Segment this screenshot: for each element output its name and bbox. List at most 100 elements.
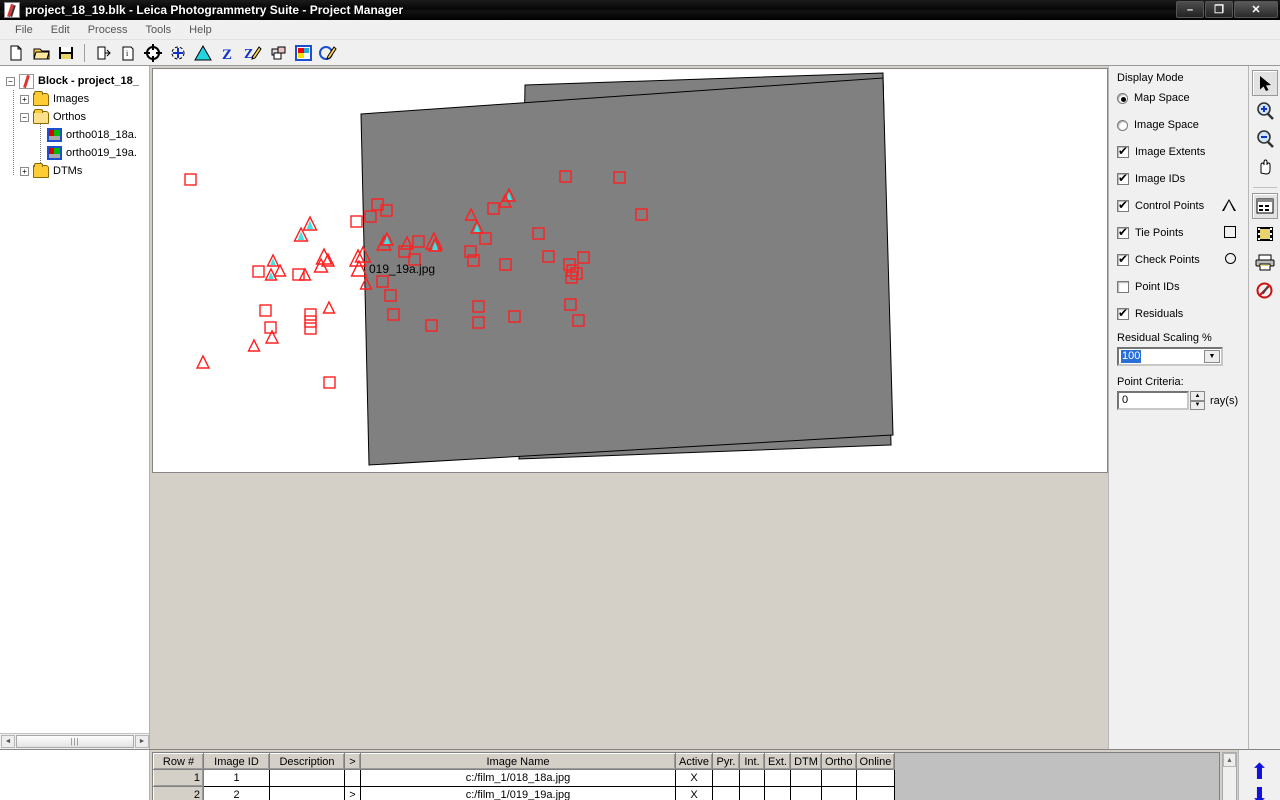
radio-map-space[interactable]: [1117, 92, 1128, 104]
header-ext[interactable]: Ext.: [764, 753, 791, 770]
no-entry-icon[interactable]: [1252, 277, 1278, 303]
header-row-num[interactable]: Row #: [153, 753, 204, 770]
tree-node-orthos[interactable]: − Orthos: [6, 108, 149, 126]
image-table[interactable]: Row # Image ID Description > Image Name …: [153, 753, 896, 800]
checkbox-control-points[interactable]: [1117, 198, 1129, 212]
select-arrow-icon[interactable]: [1251, 70, 1278, 96]
checkbox-row-tie-points[interactable]: Tie Points: [1117, 224, 1248, 242]
close-button[interactable]: ✕: [1234, 1, 1278, 18]
menu-tools[interactable]: Tools: [136, 22, 180, 38]
map-view[interactable]: 019_19a.jpg: [152, 68, 1108, 473]
checkbox-row-image-extents[interactable]: Image Extents: [1117, 143, 1248, 161]
tree-node-ortho018[interactable]: ortho018_18a.: [6, 126, 149, 144]
print-icon[interactable]: [1252, 249, 1278, 275]
header-int[interactable]: Int.: [739, 753, 765, 770]
point-measurement-icon[interactable]: [141, 42, 165, 64]
radio-image-space[interactable]: [1117, 119, 1128, 131]
table-row[interactable]: 2 2 > c:/film_1/019_19a.jpg X: [153, 786, 896, 800]
cell-expand[interactable]: >: [344, 786, 361, 800]
checkbox-row-image-ids[interactable]: Image IDs: [1117, 170, 1248, 188]
tree-node-ortho019[interactable]: ortho019_19a.: [6, 144, 149, 162]
ortho-resample-icon[interactable]: [291, 42, 315, 64]
header-image-name[interactable]: Image Name: [360, 753, 676, 770]
menu-help[interactable]: Help: [180, 22, 221, 38]
cell-image-id[interactable]: 2: [203, 786, 270, 800]
menu-edit[interactable]: Edit: [42, 22, 79, 38]
zoom-out-icon[interactable]: [1252, 126, 1278, 152]
new-project-icon[interactable]: [4, 42, 28, 64]
checkbox-row-check-points[interactable]: Check Points: [1117, 251, 1248, 269]
move-up-button[interactable]: ⬆: [1250, 760, 1268, 784]
cell-description[interactable]: [269, 769, 345, 787]
chevron-down-icon[interactable]: ▼: [1204, 350, 1220, 363]
terrain-icon[interactable]: [191, 42, 215, 64]
spinner-buttons[interactable]: ▲ ▼: [1190, 391, 1205, 410]
cell-pyr[interactable]: [712, 786, 740, 800]
checkbox-image-extents[interactable]: [1117, 144, 1129, 158]
cell-pyr[interactable]: [712, 769, 740, 787]
checkbox-point-ids[interactable]: [1117, 281, 1129, 293]
save-project-icon[interactable]: [54, 42, 78, 64]
header-description[interactable]: Description: [269, 753, 345, 770]
cell-dtm[interactable]: [790, 769, 822, 787]
table-vertical-scrollbar[interactable]: ▲ ▼: [1222, 752, 1237, 800]
residual-scaling-value[interactable]: 100: [1121, 350, 1142, 363]
table-row[interactable]: 1 1 c:/film_1/018_18a.jpg X: [153, 769, 896, 787]
zoom-in-icon[interactable]: [1252, 98, 1278, 124]
table-view-icon[interactable]: [1251, 193, 1278, 219]
tree-expander-orthos[interactable]: −: [20, 112, 29, 122]
ortho-edit-icon[interactable]: [316, 42, 340, 64]
spinner-up-icon[interactable]: ▲: [1190, 391, 1205, 401]
cell-ortho[interactable]: [821, 786, 857, 800]
menu-file[interactable]: File: [6, 22, 42, 38]
cell-int[interactable]: [739, 769, 765, 787]
cell-image-id[interactable]: 1: [203, 769, 270, 787]
map-canvas[interactable]: 019_19a.jpg: [153, 69, 1105, 472]
tree-node-images[interactable]: + Images: [6, 90, 149, 108]
header-expand[interactable]: >: [344, 753, 361, 770]
image-grid[interactable]: Row # Image ID Description > Image Name …: [152, 752, 1220, 800]
checkbox-row-control-points[interactable]: Control Points: [1117, 197, 1248, 215]
cell-ortho[interactable]: [821, 769, 857, 787]
dtm-edit-icon[interactable]: Z: [241, 42, 265, 64]
cell-row-num[interactable]: 1: [153, 769, 204, 787]
dtm-extraction-icon[interactable]: Z: [216, 42, 240, 64]
open-project-icon[interactable]: [29, 42, 53, 64]
cell-image-name[interactable]: c:/film_1/019_19a.jpg: [360, 786, 676, 800]
scroll-left-icon[interactable]: ◄: [1, 735, 15, 748]
move-down-button[interactable]: ⬇: [1250, 784, 1268, 800]
checkbox-row-residuals[interactable]: Residuals: [1117, 305, 1248, 323]
header-image-id[interactable]: Image ID: [203, 753, 270, 770]
header-online[interactable]: Online: [855, 753, 896, 770]
scroll-right-icon[interactable]: ►: [135, 735, 149, 748]
point-criteria-input[interactable]: 0: [1117, 391, 1189, 410]
checkbox-residuals[interactable]: [1117, 306, 1129, 320]
mosaic-icon[interactable]: [266, 42, 290, 64]
cell-ext[interactable]: [764, 769, 791, 787]
image-info-icon[interactable]: i: [116, 42, 140, 64]
header-pyr[interactable]: Pyr.: [712, 753, 740, 770]
cell-ext[interactable]: [764, 786, 791, 800]
checkbox-image-ids[interactable]: [1117, 171, 1129, 185]
minimize-button[interactable]: –: [1176, 1, 1204, 18]
tree-expander-dtms[interactable]: +: [20, 166, 29, 176]
radio-row-map-space[interactable]: Map Space: [1117, 89, 1248, 107]
radio-row-image-space[interactable]: Image Space: [1117, 116, 1248, 134]
header-active[interactable]: Active: [675, 753, 713, 770]
cell-expand[interactable]: [344, 769, 361, 787]
cell-online[interactable]: [855, 786, 896, 800]
pan-hand-icon[interactable]: [1252, 154, 1278, 180]
checkbox-tie-points[interactable]: [1117, 225, 1129, 239]
tree-horizontal-scrollbar[interactable]: ◄ ||| ►: [0, 733, 149, 749]
cell-dtm[interactable]: [790, 786, 822, 800]
point-criteria-stepper[interactable]: 0 ▲ ▼ ray(s): [1117, 391, 1248, 410]
tree-expander-images[interactable]: +: [20, 94, 29, 104]
cell-active[interactable]: X: [675, 769, 713, 787]
triangulation-icon[interactable]: [166, 42, 190, 64]
header-ortho[interactable]: Ortho: [821, 753, 857, 770]
cell-description[interactable]: [269, 786, 345, 800]
export-icon[interactable]: [91, 42, 115, 64]
tree-node-dtms[interactable]: + DTMs: [6, 162, 149, 180]
tree-node-block[interactable]: − Block - project_18_: [6, 72, 149, 90]
checkbox-check-points[interactable]: [1117, 252, 1129, 266]
